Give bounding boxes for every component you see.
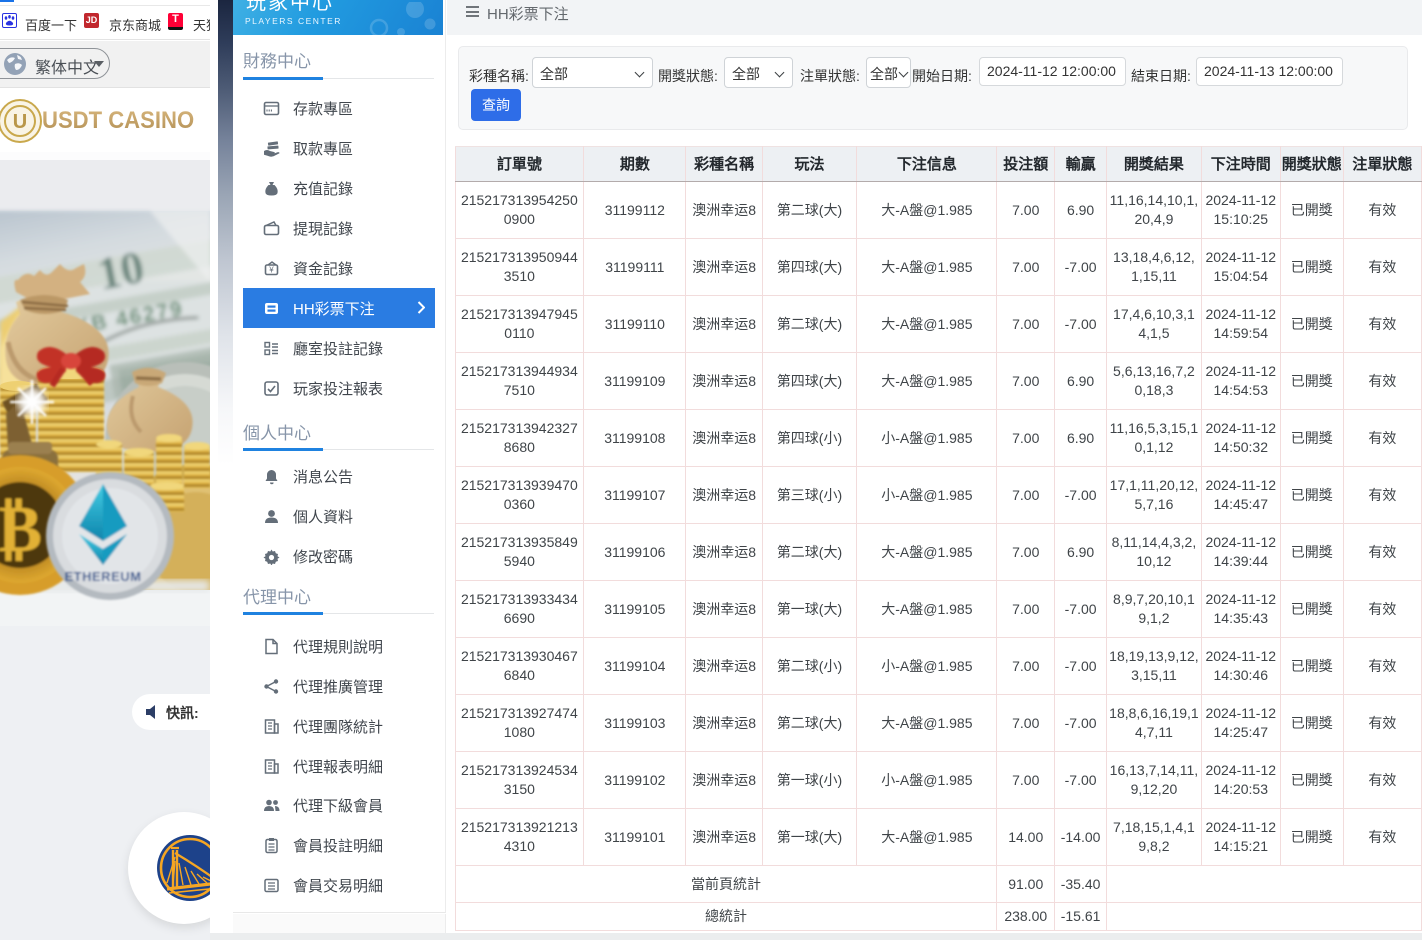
svg-text:₿: ₿	[0, 493, 42, 566]
svg-text:ETHEREUM: ETHEREUM	[65, 569, 142, 584]
svg-text:U: U	[13, 111, 27, 133]
svg-text:¥: ¥	[268, 266, 274, 275]
svg-text:10: 10	[93, 241, 148, 300]
